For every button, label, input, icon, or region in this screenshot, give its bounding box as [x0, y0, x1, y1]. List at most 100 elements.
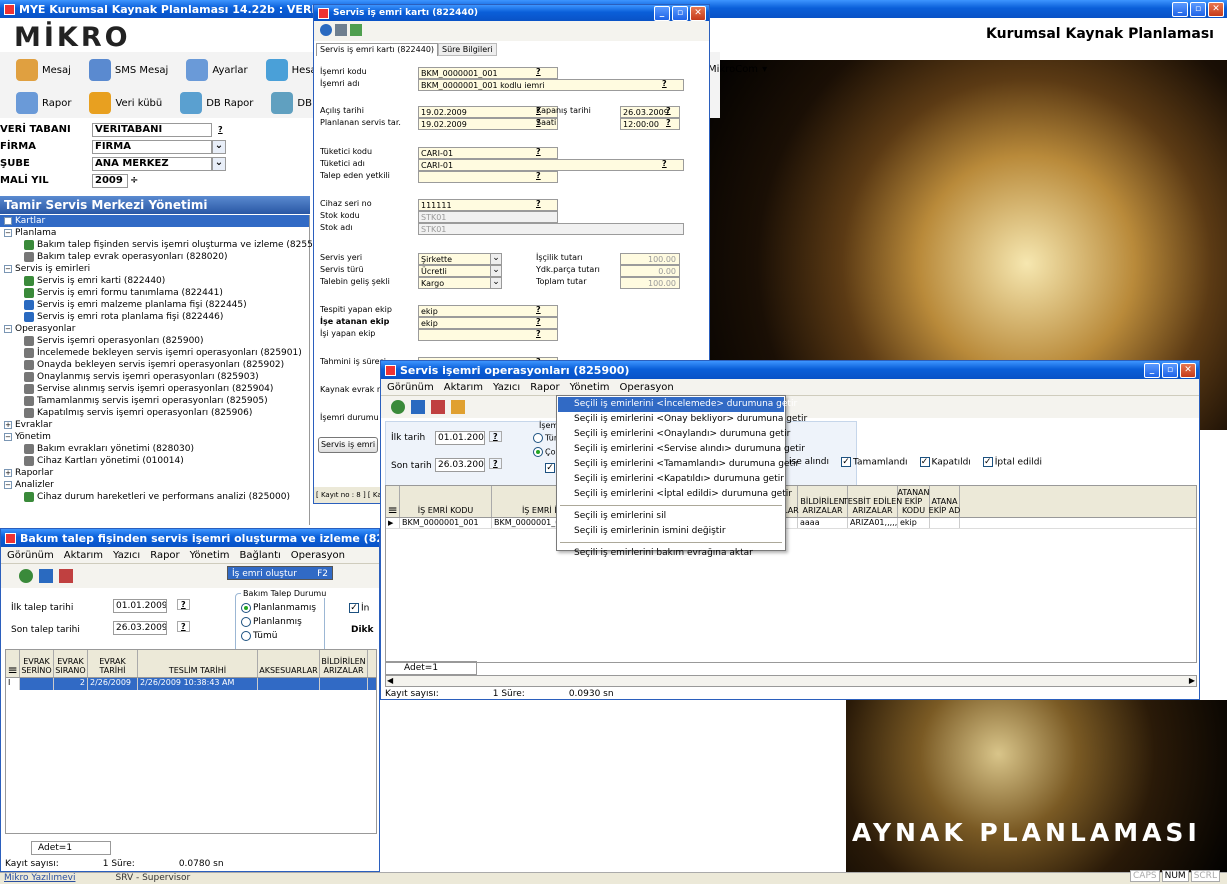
bakim-ilk-field[interactable]: 01.01.2009 — [113, 599, 167, 613]
grid-icon[interactable] — [431, 400, 445, 414]
card-work-order-button[interactable]: Servis iş emri m — [318, 437, 378, 453]
expand-icon[interactable]: + — [4, 217, 12, 225]
grid-column-header[interactable]: EVRAK SIRANO — [54, 650, 88, 677]
scroll-left-icon[interactable]: ◀ — [387, 676, 393, 685]
operation-menu-item[interactable]: Seçili iş emirlerini <İptal edildi> duru… — [558, 487, 792, 502]
lookup-icon[interactable]: ? — [666, 118, 671, 127]
lookup-icon[interactable]: ? — [536, 147, 541, 156]
lookup-icon[interactable]: ? — [666, 106, 671, 115]
card-field-value[interactable]: Ücretli — [418, 265, 498, 277]
radio-icon[interactable] — [241, 602, 251, 613]
bakim-menu-item[interactable]: Rapor — [150, 550, 179, 561]
ops-menu-item[interactable]: Operasyon — [620, 382, 674, 393]
grid-cell[interactable]: ARIZA01,,,,,,, — [848, 518, 898, 528]
collapse-icon[interactable]: − — [4, 325, 12, 333]
collapse-icon[interactable]: − — [4, 433, 12, 441]
close-icon[interactable]: ✕ — [1208, 1, 1224, 17]
operation-menu-item[interactable]: Seçili iş emirlerini <Onaylandı> durumun… — [558, 427, 790, 442]
collapse-icon[interactable]: − — [4, 229, 12, 237]
tree-item[interactable]: − Analizler — [0, 479, 309, 491]
bakim-menu-item[interactable]: Operasyon — [291, 550, 345, 561]
bakim-son-lookup[interactable]: ? — [177, 621, 190, 632]
checkbox-icon[interactable]: ✓ — [841, 457, 852, 467]
tree-item[interactable]: Tamamlanmış servis işemri operasyonları … — [0, 395, 309, 407]
radio-cok-icon[interactable] — [533, 447, 543, 457]
card-field-value-2[interactable]: 26.03.2009 — [620, 106, 680, 118]
grid-cell[interactable]: ekip — [898, 518, 930, 528]
filter-icon[interactable] — [411, 400, 425, 414]
grid-cell[interactable] — [20, 678, 54, 690]
bakim-radio[interactable]: Planlanmamış — [241, 601, 316, 615]
maximize-icon[interactable]: ▫ — [1190, 1, 1206, 17]
bakim-menu-item[interactable]: Yönetim — [190, 550, 230, 561]
operation-menu-item[interactable]: Seçili iş emirlerinin ismini değiştir — [558, 524, 784, 539]
toolbar-button-toolbar1-0[interactable]: Mesaj — [16, 59, 71, 81]
ops-menu-item[interactable]: Görünüm — [387, 382, 434, 393]
tree-item[interactable]: Servise alınmış servis işemri operasyonl… — [0, 383, 309, 395]
grid-column-header[interactable]: ATANA EKİP AD — [929, 486, 960, 517]
card-field-value[interactable]: CARI-01 — [418, 159, 684, 171]
toolbar-button-toolbar1-1[interactable]: SMS Mesaj — [88, 59, 168, 81]
tree-item[interactable]: Bakım talep fişinden servis işemri oluşt… — [0, 239, 328, 251]
tree-item[interactable]: Servis işemri operasyonları (825900) — [0, 335, 309, 347]
card-field-value[interactable]: Kargo — [418, 277, 498, 289]
bakim-menu-item[interactable]: Yazıcı — [113, 550, 140, 561]
expand-icon[interactable]: + — [4, 469, 12, 477]
card-field-value[interactable]: STK01 — [418, 211, 558, 223]
ops-menu-item[interactable]: Yönetim — [570, 382, 610, 393]
refresh-icon[interactable] — [391, 400, 405, 414]
tree-item[interactable]: Servis iş emri malzeme planlama fişi (82… — [0, 299, 309, 311]
tree-item[interactable]: Cihaz durum hareketleri ve performans an… — [0, 491, 309, 503]
lookup-icon[interactable]: ? — [536, 305, 541, 314]
tree-item[interactable]: Bakım talep evrak operasyonları (828020) — [0, 251, 309, 263]
grid-column-header[interactable]: EVRAK SERİNO — [20, 650, 54, 677]
left-field-value[interactable]: VERITABANI — [92, 122, 212, 137]
ops-minimize-icon[interactable]: _ — [1144, 362, 1160, 378]
ops-ilk-field[interactable]: 01.01.2009 — [435, 431, 485, 445]
tree-item[interactable]: Onaylanmış servis işemri operasyonları (… — [0, 371, 309, 383]
grid-cell[interactable]: BKM_0000001_001 — [400, 518, 492, 528]
ops-grid-row[interactable]: ▶BKM_0000001_001BKM_0000001_001 koBKM1YE… — [386, 518, 1196, 529]
tree-item[interactable]: Onayda bekleyen servis işemri operasyonl… — [0, 359, 309, 371]
collapse-icon[interactable]: − — [4, 481, 12, 489]
tree-item[interactable]: + Raporlar — [0, 467, 309, 479]
card-field-value-2[interactable]: 100.00 — [620, 253, 680, 265]
bakim-menu-item[interactable]: Görünüm — [7, 550, 54, 561]
tree-item[interactable]: + Kartlar — [0, 215, 309, 227]
grid-cell[interactable]: 2 — [54, 678, 88, 690]
ops-close-icon[interactable]: ✕ — [1180, 362, 1196, 378]
toolbar-button-toolbar2-1[interactable]: Veri kübü — [89, 92, 162, 114]
card-field-value-2[interactable]: 100.00 — [620, 277, 680, 289]
card-field-value[interactable]: BKM_0000001_001 kodlu iemri — [418, 79, 684, 91]
dropdown-icon[interactable]: ⌄ — [490, 265, 502, 277]
minimize-icon[interactable]: _ — [1172, 1, 1188, 17]
lookup-icon[interactable]: ? — [536, 329, 541, 338]
tree-item[interactable]: − Yönetim — [0, 431, 309, 443]
spinner-icon[interactable]: ÷ — [130, 175, 138, 186]
tree-item[interactable]: İncelemede bekleyen servis işemri operas… — [0, 347, 309, 359]
ops-menu-item[interactable]: Yazıcı — [493, 382, 520, 393]
operation-menu-item[interactable]: Seçili iş emirlerini bakım evrağına akta… — [558, 546, 784, 561]
grid-cell[interactable] — [930, 518, 960, 528]
grid-cell[interactable] — [320, 678, 368, 690]
grid-column-header[interactable]: TESLİM TARİHİ — [138, 650, 258, 677]
left-field-value[interactable]: ANA MERKEZ — [92, 156, 212, 171]
status-check[interactable]: ✓ Tamamlandı — [841, 457, 908, 468]
grid-column-header[interactable]: AKSESUARLAR — [258, 650, 320, 677]
ops-ilk-lookup[interactable]: ? — [489, 431, 502, 442]
toolbar-button-toolbar2-0[interactable]: Rapor — [16, 92, 71, 114]
lookup-icon[interactable]: ? — [536, 317, 541, 326]
status-check[interactable]: ✓ Kapatıldı — [919, 457, 971, 468]
lookup-icon[interactable]: ? — [536, 67, 541, 76]
ops-son-field[interactable]: 26.03.2009 — [435, 458, 485, 472]
ops-maximize-icon[interactable]: ▫ — [1162, 362, 1178, 378]
card-field-value-2[interactable]: 0.00 — [620, 265, 680, 277]
ops-hscroll[interactable]: ◀ ▶ — [385, 675, 1197, 687]
ops-menu-item[interactable]: Aktarım — [444, 382, 483, 393]
bakim-filter-icon[interactable] — [39, 569, 53, 583]
bakim-radio[interactable]: Tümü — [241, 629, 316, 643]
operation-menu-item[interactable]: Seçili iş emirlerini sil — [558, 509, 784, 524]
checkbox-icon[interactable]: ✓ — [982, 457, 993, 467]
operation-menu-item[interactable]: Seçili iş emirlerini <İncelemede> durumu… — [558, 397, 797, 412]
dropdown-icon[interactable]: ⌄ — [490, 277, 502, 289]
